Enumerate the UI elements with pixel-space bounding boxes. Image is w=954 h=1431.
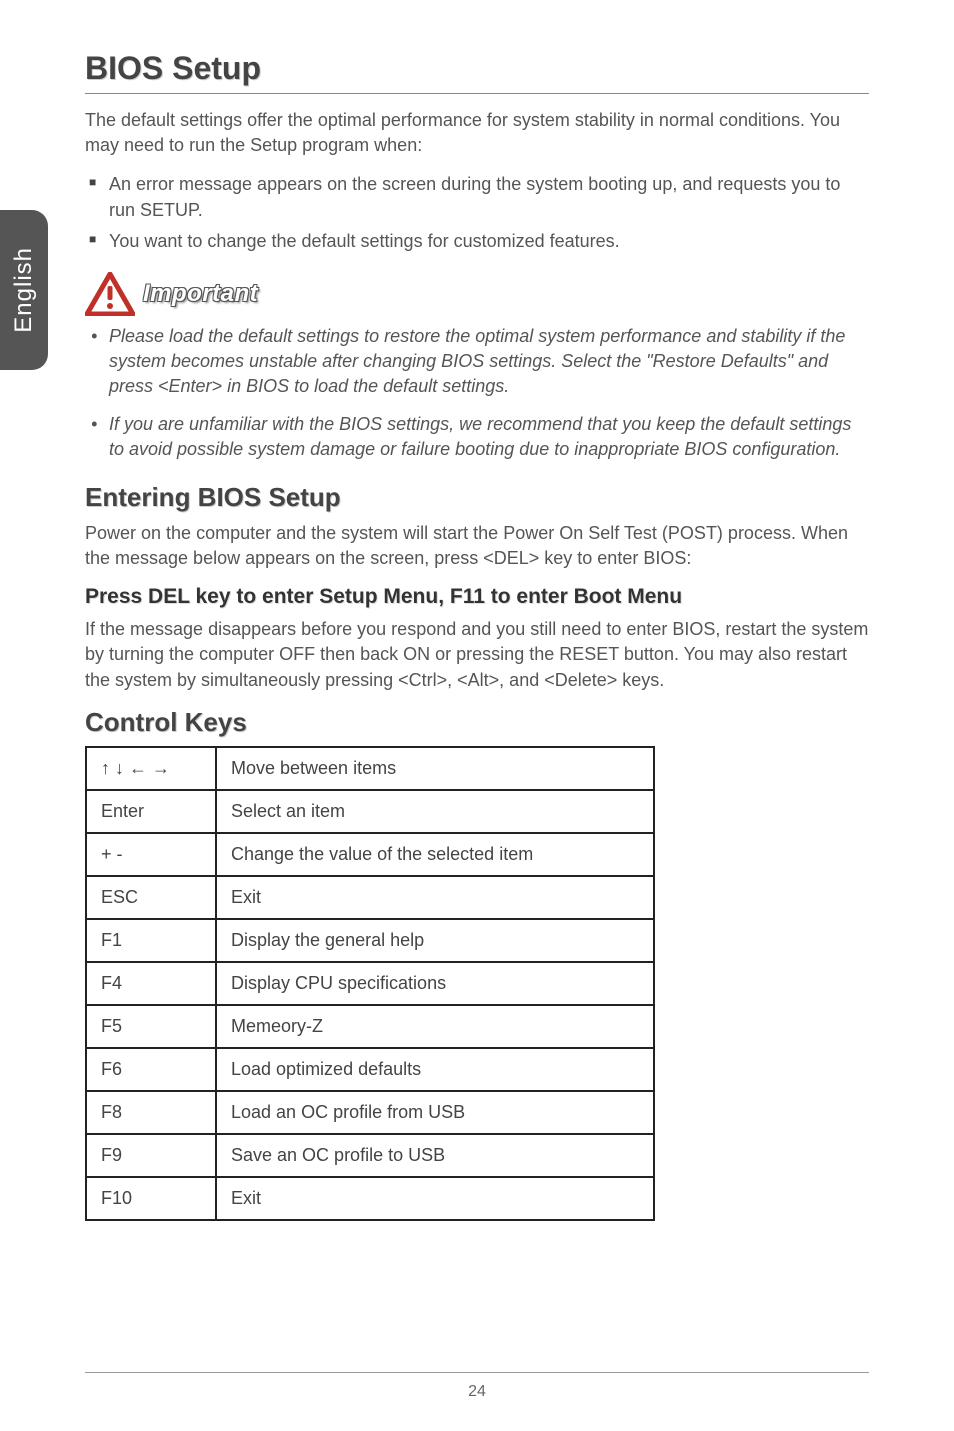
table-row: F9Save an OC profile to USB xyxy=(86,1134,654,1177)
subheading: Press DEL key to enter Setup Menu, F11 t… xyxy=(85,585,869,609)
desc-cell: Select an item xyxy=(216,790,654,833)
table-row: ESCExit xyxy=(86,876,654,919)
key-cell: F6 xyxy=(86,1048,216,1091)
key-cell: Enter xyxy=(86,790,216,833)
table-row: F4Display CPU specifications xyxy=(86,962,654,1005)
paragraph: If the message disappears before you res… xyxy=(85,617,869,693)
desc-cell: Exit xyxy=(216,876,654,919)
key-cell: F5 xyxy=(86,1005,216,1048)
section-heading: Control Keys xyxy=(85,707,869,738)
table-row: EnterSelect an item xyxy=(86,790,654,833)
page-content: BIOS Setup The default settings offer th… xyxy=(0,0,954,1251)
desc-cell: Memeory-Z xyxy=(216,1005,654,1048)
page-footer: 24 xyxy=(0,1372,954,1401)
footer-divider xyxy=(85,1372,869,1373)
table-row: F1Display the general help xyxy=(86,919,654,962)
desc-cell: Load optimized defaults xyxy=(216,1048,654,1091)
table-row: F5Memeory-Z xyxy=(86,1005,654,1048)
desc-cell: Display the general help xyxy=(216,919,654,962)
language-tab: English xyxy=(0,210,48,370)
key-cell: + - xyxy=(86,833,216,876)
important-label: Important xyxy=(143,280,258,308)
key-cell: F10 xyxy=(86,1177,216,1220)
important-banner: Important xyxy=(85,272,869,316)
table-row: ↑ ↓ ← →Move between items xyxy=(86,747,654,790)
key-cell: F9 xyxy=(86,1134,216,1177)
table-row: F8Load an OC profile from USB xyxy=(86,1091,654,1134)
list-item: An error message appears on the screen d… xyxy=(85,172,869,222)
page-number: 24 xyxy=(468,1383,486,1400)
intro-paragraph: The default settings offer the optimal p… xyxy=(85,108,869,158)
key-cell: F1 xyxy=(86,919,216,962)
title-divider xyxy=(85,93,869,94)
list-item: If you are unfamiliar with the BIOS sett… xyxy=(85,412,869,462)
control-keys-table: ↑ ↓ ← →Move between itemsEnterSelect an … xyxy=(85,746,655,1221)
list-item: You want to change the default settings … xyxy=(85,229,869,254)
desc-cell: Save an OC profile to USB xyxy=(216,1134,654,1177)
key-cell: F8 xyxy=(86,1091,216,1134)
language-tab-text: English xyxy=(10,247,38,333)
desc-cell: Display CPU specifications xyxy=(216,962,654,1005)
desc-cell: Change the value of the selected item xyxy=(216,833,654,876)
table-row: + -Change the value of the selected item xyxy=(86,833,654,876)
key-cell: ESC xyxy=(86,876,216,919)
section-heading: Entering BIOS Setup xyxy=(85,482,869,513)
reasons-list: An error message appears on the screen d… xyxy=(85,172,869,254)
key-cell: F4 xyxy=(86,962,216,1005)
list-item: Please load the default settings to rest… xyxy=(85,324,869,400)
important-list: Please load the default settings to rest… xyxy=(85,324,869,462)
paragraph: Power on the computer and the system wil… xyxy=(85,521,869,571)
desc-cell: Load an OC profile from USB xyxy=(216,1091,654,1134)
desc-cell: Move between items xyxy=(216,747,654,790)
table-row: F6Load optimized defaults xyxy=(86,1048,654,1091)
key-cell: ↑ ↓ ← → xyxy=(86,747,216,790)
table-row: F10Exit xyxy=(86,1177,654,1220)
warning-icon xyxy=(85,272,135,316)
desc-cell: Exit xyxy=(216,1177,654,1220)
page-title: BIOS Setup xyxy=(85,50,869,87)
